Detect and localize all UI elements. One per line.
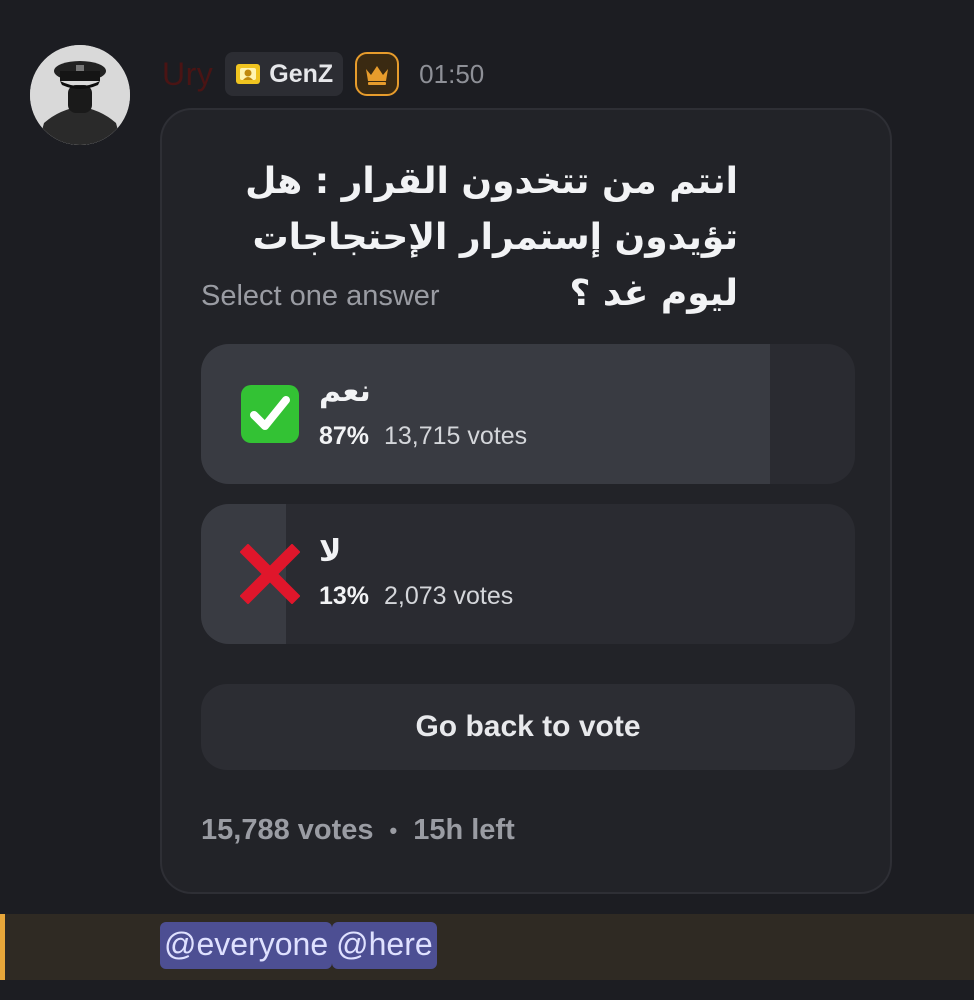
chat-message: Ury GenZ 01:50 انتم من تتخدون القرار : ه… xyxy=(0,0,974,1000)
mention-here[interactable]: @here xyxy=(332,922,437,969)
cross-mark-icon xyxy=(239,543,301,605)
total-votes: 15,788 votes xyxy=(201,814,374,846)
poll-option-yes[interactable]: نعم 87% 13,715 votes xyxy=(201,344,855,484)
separator-dot: • xyxy=(389,817,398,843)
avatar[interactable] xyxy=(30,45,130,145)
poll-option-votes: 2,073 votes xyxy=(384,582,514,610)
poll-option-stats: 87% 13,715 votes xyxy=(319,422,527,451)
poll-option-percent: 87% xyxy=(319,422,370,450)
poll-option-percent: 13% xyxy=(319,582,370,610)
mention-highlight: @everyone @here xyxy=(0,914,974,980)
poll-footer: 15,788 votes • 15h left xyxy=(201,814,515,847)
poll-option-votes: 13,715 votes xyxy=(384,422,528,450)
timestamp: 01:50 xyxy=(419,58,485,89)
poll-option-label: لا xyxy=(319,534,342,569)
poll-option-no[interactable]: لا 13% 2,073 votes xyxy=(201,504,855,644)
message-header: Ury GenZ 01:50 xyxy=(162,50,484,98)
crown-icon[interactable] xyxy=(355,52,400,96)
tag-badge-icon xyxy=(235,61,261,87)
go-back-to-vote-button[interactable]: Go back to vote xyxy=(201,684,855,770)
mention-everyone[interactable]: @everyone xyxy=(160,922,333,969)
tag-label: GenZ xyxy=(269,59,334,88)
avatar-photo xyxy=(30,45,130,145)
poll-option-stats: 13% 2,073 votes xyxy=(319,582,513,611)
server-tag[interactable]: GenZ xyxy=(225,52,344,96)
poll-instructions: Select one answer xyxy=(201,280,440,312)
poll-card: انتم من تتخدون القرار : هل تؤيدون إستمرا… xyxy=(160,108,892,894)
check-mark-icon xyxy=(240,384,300,444)
time-left: 15h left xyxy=(413,814,515,846)
poll-option-label: نعم xyxy=(319,374,371,409)
username[interactable]: Ury xyxy=(162,56,213,93)
mentions: @everyone @here xyxy=(160,922,437,969)
